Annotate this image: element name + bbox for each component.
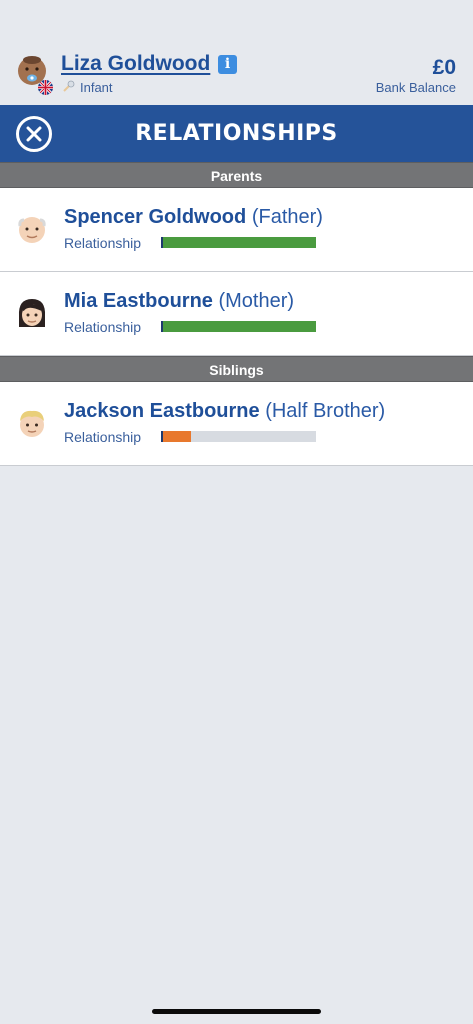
relationship-bar-fill bbox=[163, 237, 316, 248]
section-header-siblings: Siblings bbox=[0, 356, 473, 382]
character-name-link[interactable]: Liza Goldwood bbox=[61, 52, 210, 76]
person-name: Spencer Goldwood (Father) bbox=[64, 206, 323, 229]
person-name-text: Jackson Eastbourne bbox=[64, 400, 260, 422]
relationships-header: RELATIONSHIPS bbox=[0, 105, 473, 162]
person-relation-text: (Mother) bbox=[218, 290, 295, 312]
rattle-icon bbox=[63, 80, 75, 92]
relationship-bar-fill bbox=[163, 321, 316, 332]
bank-balance-value[interactable]: £0 bbox=[433, 56, 456, 80]
person-name-text: Spencer Goldwood bbox=[64, 206, 247, 228]
relationship-row[interactable]: Jackson Eastbourne (Half Brother) Relati… bbox=[0, 382, 473, 466]
relationship-bar bbox=[161, 431, 316, 442]
woman-face-icon bbox=[18, 299, 46, 327]
person-relation-text: (Half Brother) bbox=[265, 400, 386, 422]
info-icon[interactable]: i bbox=[218, 55, 237, 74]
section-header-parents: Parents bbox=[0, 162, 473, 188]
relationship-label: Relationship bbox=[64, 235, 142, 251]
person-name-text: Mia Eastbourne bbox=[64, 290, 213, 312]
relationship-bar-fill bbox=[163, 431, 191, 442]
page-title: RELATIONSHIPS bbox=[135, 121, 338, 146]
home-indicator[interactable] bbox=[152, 1009, 321, 1014]
person-name: Mia Eastbourne (Mother) bbox=[64, 290, 294, 313]
profile-bar: Liza Goldwood i Infant £0 Bank Balance bbox=[0, 0, 473, 105]
relationship-row[interactable]: Spencer Goldwood (Father) Relationship bbox=[0, 188, 473, 272]
relationship-bar bbox=[161, 321, 316, 332]
life-stage-label: Infant bbox=[80, 80, 113, 95]
relationship-row[interactable]: Mia Eastbourne (Mother) Relationship bbox=[0, 272, 473, 356]
person-relation-text: (Father) bbox=[251, 206, 323, 228]
person-name: Jackson Eastbourne (Half Brother) bbox=[64, 400, 385, 423]
relationship-label: Relationship bbox=[64, 429, 142, 445]
old-man-face-icon bbox=[18, 217, 46, 243]
uk-flag-icon bbox=[38, 80, 53, 95]
relationship-bar bbox=[161, 237, 316, 248]
relationship-label: Relationship bbox=[64, 319, 142, 335]
boy-face-icon bbox=[20, 410, 44, 437]
bank-balance-label: Bank Balance bbox=[375, 80, 456, 95]
